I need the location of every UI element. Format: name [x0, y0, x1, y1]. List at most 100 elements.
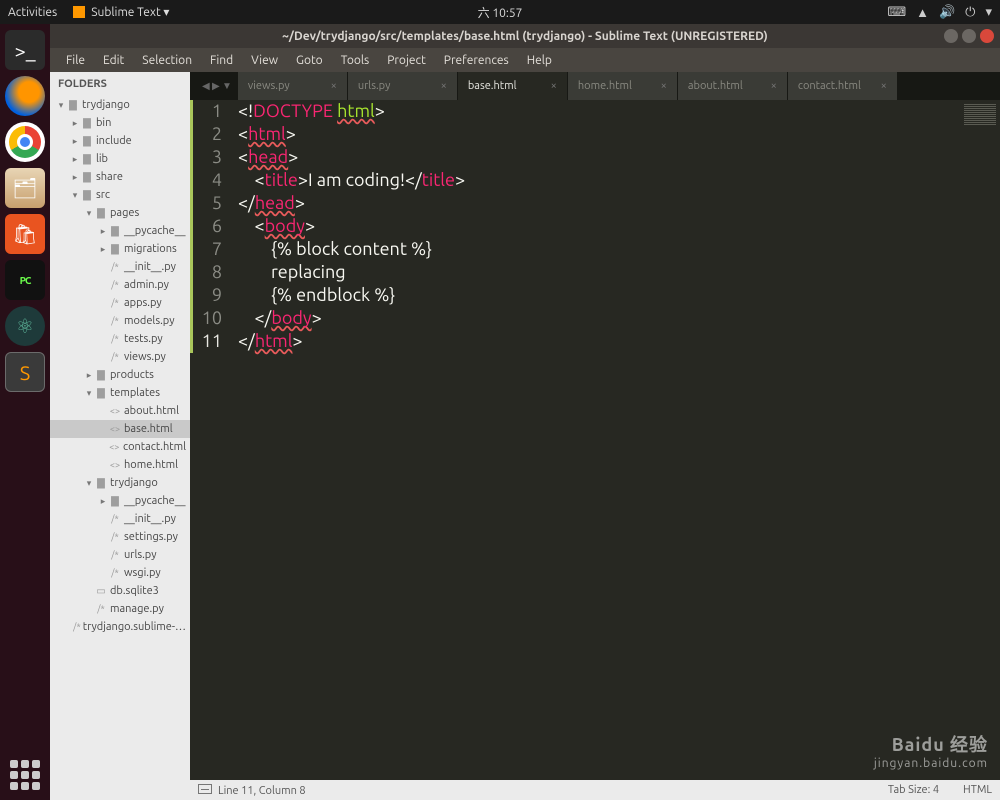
- tree-label: products: [110, 369, 154, 381]
- activities-button[interactable]: Activities: [8, 6, 57, 19]
- menu-view[interactable]: View: [243, 52, 286, 69]
- tree-item[interactable]: manage.py: [50, 600, 190, 618]
- tab[interactable]: home.html×: [568, 72, 678, 100]
- menu-file[interactable]: File: [58, 52, 93, 69]
- tree-item[interactable]: db.sqlite3: [50, 582, 190, 600]
- dock-terminal[interactable]: >_: [5, 30, 45, 70]
- tree-item[interactable]: __init__.py: [50, 510, 190, 528]
- tab-close-icon[interactable]: ×: [881, 80, 887, 92]
- tree-item[interactable]: ▸▇products: [50, 366, 190, 384]
- tree-item[interactable]: apps.py: [50, 294, 190, 312]
- tab[interactable]: views.py×: [238, 72, 348, 100]
- disclosure-arrow-icon[interactable]: ▸: [70, 154, 80, 165]
- tree-item[interactable]: __init__.py: [50, 258, 190, 276]
- tree-item[interactable]: ▾▇templates: [50, 384, 190, 402]
- tab-close-icon[interactable]: ×: [771, 80, 777, 92]
- tab[interactable]: urls.py×: [348, 72, 458, 100]
- disclosure-arrow-icon[interactable]: ▾: [56, 100, 66, 111]
- tree-item[interactable]: urls.py: [50, 546, 190, 564]
- show-applications-icon[interactable]: [10, 760, 40, 790]
- tree-item[interactable]: tests.py: [50, 330, 190, 348]
- disclosure-arrow-icon[interactable]: ▸: [84, 370, 94, 381]
- dock-pycharm[interactable]: PC: [5, 260, 45, 300]
- disclosure-arrow-icon[interactable]: ▸: [98, 226, 108, 237]
- tab-close-icon[interactable]: ×: [551, 80, 557, 92]
- tree-label: share: [96, 171, 123, 183]
- dock-atom[interactable]: ⚛: [5, 306, 45, 346]
- tree-item[interactable]: views.py: [50, 348, 190, 366]
- dock-chrome[interactable]: [5, 122, 45, 162]
- tree-item[interactable]: models.py: [50, 312, 190, 330]
- menu-edit[interactable]: Edit: [95, 52, 132, 69]
- network-icon[interactable]: ▲: [916, 5, 929, 20]
- tab[interactable]: contact.html×: [788, 72, 898, 100]
- tab-close-icon[interactable]: ×: [661, 80, 667, 92]
- tree-item[interactable]: wsgi.py: [50, 564, 190, 582]
- status-syntax[interactable]: HTML: [963, 784, 992, 796]
- tree-item[interactable]: ▸▇__pycache__: [50, 492, 190, 510]
- clock[interactable]: 六 10:57: [478, 4, 523, 21]
- minimize-button[interactable]: [944, 29, 958, 43]
- tree-item[interactable]: ▸▇migrations: [50, 240, 190, 258]
- line-gutter[interactable]: 1234567891011: [190, 100, 230, 780]
- tab[interactable]: base.html×: [458, 72, 568, 100]
- tree-item[interactable]: ▾▇pages: [50, 204, 190, 222]
- menu-tools[interactable]: Tools: [333, 52, 378, 69]
- tab[interactable]: about.html×: [678, 72, 788, 100]
- disclosure-arrow-icon[interactable]: ▸: [98, 244, 108, 255]
- code-content[interactable]: <!DOCTYPE html> <html> <head> <title>I a…: [230, 100, 960, 780]
- menu-goto[interactable]: Goto: [288, 52, 331, 69]
- tree-item[interactable]: ▸▇lib: [50, 150, 190, 168]
- tree-item[interactable]: about.html: [50, 402, 190, 420]
- minimap[interactable]: [960, 100, 1000, 780]
- disclosure-arrow-icon[interactable]: ▾: [84, 478, 94, 489]
- tree-label: apps.py: [124, 297, 162, 309]
- status-tabsize[interactable]: Tab Size: 4: [888, 784, 939, 796]
- tree-item[interactable]: contact.html: [50, 438, 190, 456]
- dock-sublime[interactable]: S: [5, 352, 45, 392]
- disclosure-arrow-icon[interactable]: ▾: [84, 388, 94, 399]
- menu-selection[interactable]: Selection: [134, 52, 200, 69]
- folder-tree[interactable]: ▾▇trydjango▸▇bin▸▇include▸▇lib▸▇share▾▇s…: [50, 96, 190, 800]
- tree-item[interactable]: settings.py: [50, 528, 190, 546]
- dock-firefox[interactable]: [5, 76, 45, 116]
- editor-area[interactable]: 1234567891011 <!DOCTYPE html> <html> <he…: [190, 100, 1000, 780]
- tree-item[interactable]: ▸▇share: [50, 168, 190, 186]
- tab-close-icon[interactable]: ×: [331, 80, 337, 92]
- tree-item[interactable]: home.html: [50, 456, 190, 474]
- dock-software[interactable]: 🛍: [5, 214, 45, 254]
- system-menu-arrow-icon[interactable]: ▾: [985, 5, 992, 20]
- tree-item[interactable]: admin.py: [50, 276, 190, 294]
- volume-icon[interactable]: 🔊: [939, 5, 955, 20]
- menu-help[interactable]: Help: [519, 52, 560, 69]
- disclosure-arrow-icon[interactable]: ▾: [70, 190, 80, 201]
- tree-item[interactable]: ▾▇trydjango: [50, 96, 190, 114]
- dock-files[interactable]: 🗂: [5, 168, 45, 208]
- tree-item[interactable]: trydjango.sublime-…: [50, 618, 190, 636]
- titlebar[interactable]: ~/Dev/trydjango/src/templates/base.html …: [50, 24, 1000, 48]
- disclosure-arrow-icon[interactable]: ▸: [98, 496, 108, 507]
- tab-close-icon[interactable]: ×: [441, 80, 447, 92]
- tree-item[interactable]: ▸▇include: [50, 132, 190, 150]
- tree-label: home.html: [124, 459, 178, 471]
- menu-project[interactable]: Project: [379, 52, 434, 69]
- panel-switcher-icon[interactable]: [198, 784, 212, 794]
- maximize-button[interactable]: [962, 29, 976, 43]
- disclosure-arrow-icon[interactable]: ▸: [70, 118, 80, 129]
- app-menu[interactable]: Sublime Text ▾: [73, 5, 169, 19]
- tree-item[interactable]: ▸▇bin: [50, 114, 190, 132]
- tree-item[interactable]: ▸▇__pycache__: [50, 222, 190, 240]
- disclosure-arrow-icon[interactable]: ▸: [70, 136, 80, 147]
- menu-preferences[interactable]: Preferences: [436, 52, 517, 69]
- menu-find[interactable]: Find: [202, 52, 241, 69]
- disclosure-arrow-icon[interactable]: ▸: [70, 172, 80, 183]
- tree-item[interactable]: ▾▇trydjango: [50, 474, 190, 492]
- tab-nav-arrows[interactable]: ◀ ▶ ▼: [196, 72, 238, 100]
- keyboard-icon[interactable]: ⌨: [887, 5, 906, 20]
- disclosure-arrow-icon[interactable]: ▾: [84, 208, 94, 219]
- tree-item[interactable]: ▾▇src: [50, 186, 190, 204]
- power-icon[interactable]: ⏻: [965, 5, 975, 20]
- close-button[interactable]: [980, 29, 994, 43]
- status-cursor[interactable]: Line 11, Column 8: [218, 785, 306, 797]
- tree-item[interactable]: base.html: [50, 420, 190, 438]
